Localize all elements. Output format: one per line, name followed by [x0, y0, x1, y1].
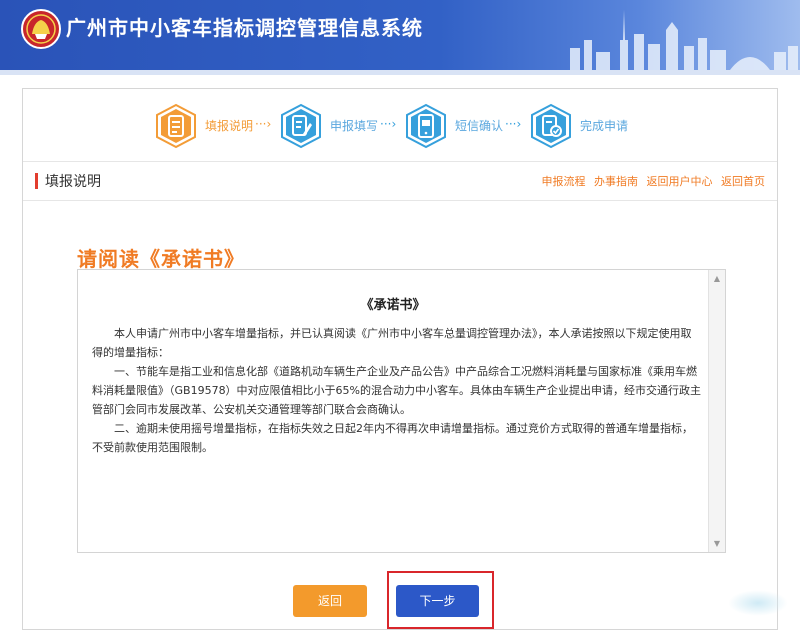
page-heading: 请阅读《承诺书》 [77, 247, 245, 271]
link-user-center[interactable]: 返回用户中心 [647, 175, 713, 188]
step-arrow: ···› [255, 117, 272, 131]
emblem-logo-icon [21, 9, 61, 49]
section-links: 申报流程 办事指南 返回用户中心 返回首页 [537, 173, 766, 189]
approved-document-icon [531, 103, 571, 149]
edit-form-icon [281, 103, 321, 149]
document-scrollbar[interactable]: ▲ ▼ [708, 270, 725, 552]
step-label: 申报填写 [330, 119, 379, 133]
document-paragraph: 二、逾期未使用摇号增量指标，在指标失效之日起2年内不得再次申请增量指标。通过竞价… [92, 422, 693, 454]
link-apply-process[interactable]: 申报流程 [542, 175, 586, 188]
main-card: 填报说明 ···› 申报填写 ···› 短信确认 ···› 完成申请 填报说明 … [22, 88, 778, 630]
document-body: 本人申请广州市中小客车增量指标，并已认真阅读《广州市中小客车总量调控管理办法》，… [92, 324, 702, 457]
city-skyline-graphic [570, 10, 798, 70]
section-header: 填报说明 申报流程 办事指南 返回用户中心 返回首页 [23, 161, 777, 201]
section-title: 填报说明 [45, 174, 101, 190]
step-arrow: ···› [380, 117, 397, 131]
step-label: 短信确认 [455, 119, 504, 133]
scroll-up-arrow-icon[interactable]: ▲ [709, 274, 725, 283]
scroll-down-arrow-icon[interactable]: ▼ [709, 539, 725, 548]
document-icon [156, 103, 196, 149]
system-title: 广州市中小客车指标调控管理信息系统 [66, 16, 423, 40]
step-label: 完成申请 [580, 119, 629, 133]
section-marker [35, 173, 38, 189]
app-header: 广州市中小客车指标调控管理信息系统 [0, 0, 800, 70]
document-paragraph: 一、节能车是指工业和信息化部《道路机动车辆生产企业及产品公告》中产品综合工况燃料… [92, 365, 702, 416]
highlight-box [387, 571, 494, 629]
link-home[interactable]: 返回首页 [721, 175, 765, 188]
header-divider [0, 70, 800, 75]
step-label: 填报说明 [205, 119, 254, 133]
commitment-document[interactable]: 《承诺书》 本人申请广州市中小客车增量指标，并已认真阅读《广州市中小客车总量调控… [77, 269, 726, 553]
progress-steps: 填报说明 ···› 申报填写 ···› 短信确认 ···› 完成申请 [153, 101, 673, 151]
back-button[interactable]: 返回 [293, 585, 367, 617]
document-title: 《承诺书》 [360, 298, 426, 313]
phone-message-icon [406, 103, 446, 149]
step-arrow: ···› [505, 117, 522, 131]
link-service-guide[interactable]: 办事指南 [594, 175, 638, 188]
document-paragraph: 本人申请广州市中小客车增量指标，并已认真阅读《广州市中小客车总量调控管理办法》，… [92, 327, 692, 359]
watermark [728, 590, 788, 616]
